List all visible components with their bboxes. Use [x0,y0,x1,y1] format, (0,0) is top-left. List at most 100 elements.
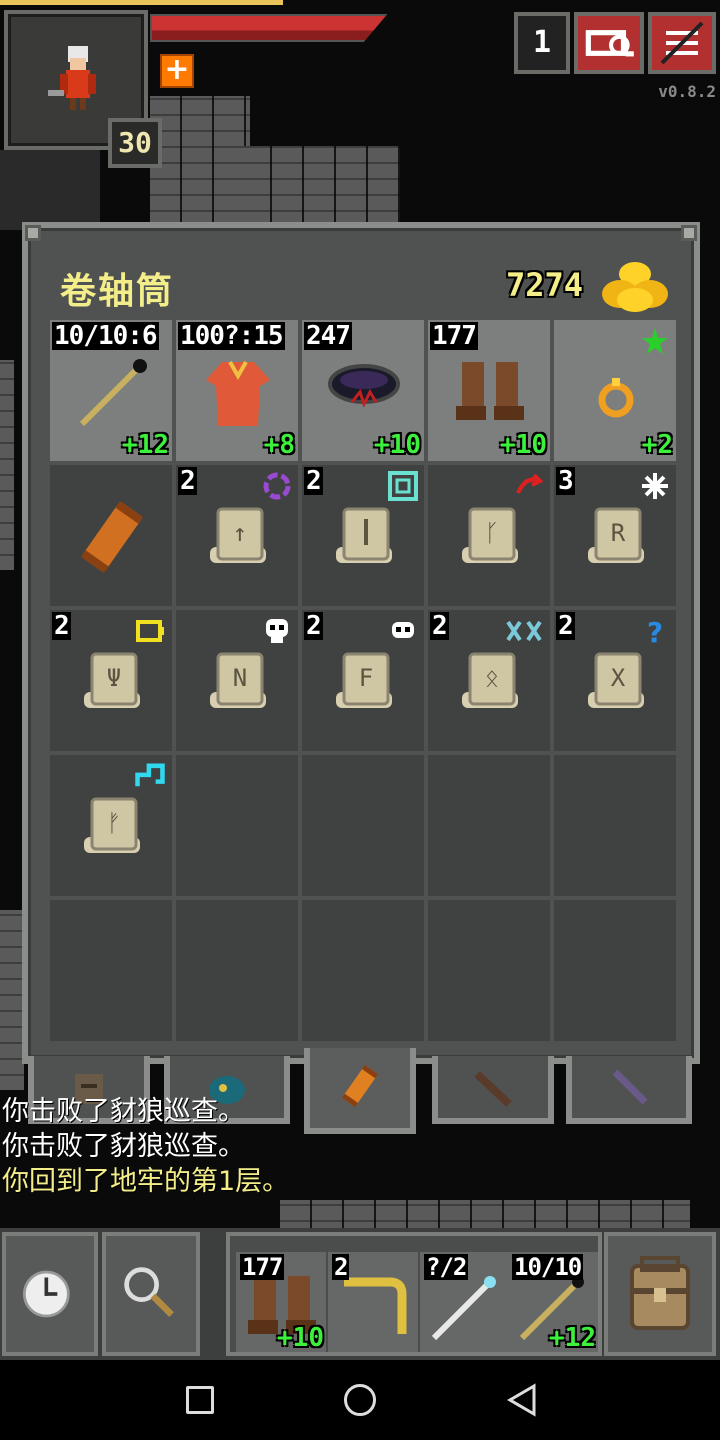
quickslot-3[interactable]: ?/2 [420,1252,510,1352]
quickslot-upgrade: +10 [277,1323,324,1353]
slot-scroll[interactable]: N [176,610,298,751]
white-star-icon [642,473,668,499]
slot-scroll[interactable]: R 3 [554,465,676,606]
scroll-icon: Ψ [84,652,140,708]
quickslot-label: ?/2 [424,1253,469,1281]
item-quantity: 2 [304,611,323,641]
empty-slot[interactable] [554,900,676,1041]
empty-slot[interactable] [176,900,298,1041]
wand-icon [79,359,147,427]
empty-slot[interactable] [50,900,172,1041]
menu-icon [660,21,704,65]
gold-pile-icon [602,262,668,312]
empty-slot[interactable] [428,755,550,896]
recent-apps-icon[interactable] [186,1386,214,1414]
hero-sprite-icon [48,46,96,110]
wait-button[interactable] [2,1232,98,1356]
quickslot-1[interactable]: 177 +10 [236,1252,326,1352]
empty-slot[interactable] [302,900,424,1041]
bottom-toolbar: 177 +10 2 ?/2 10/10 +12 [0,1228,720,1360]
item-strength: 177 [430,321,478,351]
svg-text:R: R [611,519,626,547]
teal-square-icon [388,471,418,501]
back-icon[interactable] [504,1382,540,1418]
depth-indicator: 30 [108,118,162,168]
item-quantity: 2 [556,611,575,641]
window-corner [25,225,41,241]
wand-holster-tab-icon [612,1069,648,1105]
slot-scroll[interactable]: ᚠ [50,755,172,896]
tab-scroll-holder[interactable] [304,1048,416,1134]
quickslot-bar: 177 +10 2 ?/2 10/10 +12 [226,1232,602,1356]
stone-wall [150,96,250,226]
clock-icon [22,1270,70,1318]
slot-scroll-holder[interactable] [50,465,172,606]
scroll-holder-tab-icon [341,1065,379,1107]
svg-text:ᛟ: ᛟ [485,664,499,692]
slot-ring[interactable]: +2 [554,320,676,461]
cyan-note-icon [135,763,165,787]
version-label: v0.8.2 [658,82,716,101]
purple-swirl-icon [263,472,291,500]
stone-wall [240,146,400,226]
tab-quiver[interactable] [432,1056,554,1124]
scroll-icon: N [210,652,266,708]
quickslot-upgrade: +12 [549,1323,596,1353]
quickslot-2[interactable]: 2 [328,1252,418,1352]
slot-armor[interactable]: 100?:15 +8 [176,320,298,461]
slot-artifact[interactable]: 247 +10 [302,320,424,461]
backpack-icon [630,1256,690,1330]
inventory-window: 卷轴筒 7274 10/10:6 +12 100?:15 +8 247 +10 … [22,222,700,1064]
magnifier-icon [124,1267,174,1317]
item-quantity: 2 [178,466,197,496]
search-button[interactable] [102,1232,200,1356]
scroll-icon: ᛟ [462,652,518,708]
skull-icon [392,622,414,638]
red-arrow-icon [516,473,544,494]
slot-weapon[interactable]: 10/10:6 +12 [50,320,172,461]
ring-icon [598,378,634,418]
quiver-tab-icon [474,1071,512,1107]
window-corner [681,225,697,241]
empty-slot[interactable] [554,755,676,896]
journal-button[interactable]: 1 [514,12,570,74]
svg-text:X: X [611,664,626,692]
tab-wand-holster[interactable] [566,1056,692,1124]
search-catalog-button[interactable] [574,12,644,74]
scroll-icon: X [588,652,644,708]
empty-slot[interactable] [176,755,298,896]
item-quantity: 2 [430,611,449,641]
item-quantity: 2 [52,611,71,641]
scroll-icon [336,507,392,563]
cloak-artifact-icon [328,364,400,408]
skull-icon [266,619,288,643]
svg-text:Ψ: Ψ [107,664,121,692]
quickslot-label: 177 [240,1253,285,1281]
item-upgrade: +8 [263,430,295,460]
blue-question-icon: ? [647,616,663,646]
menu-button[interactable] [648,12,716,74]
empty-slot[interactable] [428,900,550,1041]
svg-text:ᚴ: ᚴ [485,519,499,547]
home-icon[interactable] [344,1384,376,1416]
boots-icon [456,362,524,420]
stone-wall [0,150,100,230]
quickslot-label: 2 [332,1253,350,1281]
experience-bar [0,0,283,5]
buff-plus-icon[interactable]: + [160,54,194,88]
slot-scroll[interactable]: ↑ 2 [176,465,298,606]
quickslot-4[interactable]: 10/10 +12 [508,1252,598,1352]
svg-text:F: F [359,664,373,692]
teal-bones-icon [506,620,542,642]
inventory-button[interactable] [604,1232,716,1356]
slot-scroll[interactable]: X ? 2 [554,610,676,751]
slot-scroll[interactable]: F 2 [302,610,424,751]
journal-count: 1 [532,25,552,60]
slot-misc[interactable]: 177 +10 [428,320,550,461]
slot-scroll[interactable]: ᚴ [428,465,550,606]
slot-scroll[interactable]: Ψ 2 [50,610,172,751]
slot-scroll[interactable]: 2 [302,465,424,606]
empty-slot[interactable] [302,755,424,896]
item-quantity: 2 [304,466,323,496]
slot-scroll[interactable]: ᛟ 2 [428,610,550,751]
